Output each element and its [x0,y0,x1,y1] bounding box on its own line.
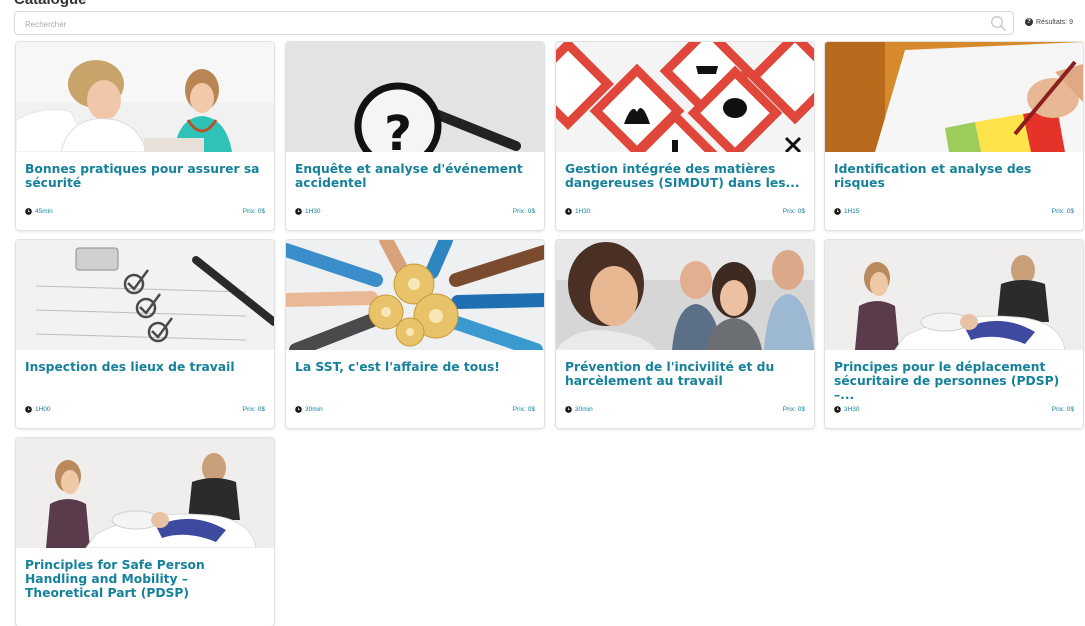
price-value: 0$ [797,208,805,215]
course-duration-text: 30min [575,406,593,413]
course-duration: 30min [295,406,323,413]
clock-icon [565,208,572,215]
course-card[interactable]: Prévention de l'incivilité et du harcèle… [556,240,814,428]
course-title[interactable]: Gestion intégrée des matières dangereuse… [565,162,803,190]
course-title[interactable]: Principles for Safe Person Handling and … [25,558,263,600]
course-duration-text: 1H00 [35,406,51,413]
price-label: Prix: [242,208,256,215]
course-title[interactable]: La SST, c'est l'affaire de tous! [295,360,533,374]
course-duration: 1H00 [25,406,51,413]
page-heading: Catalogue [14,0,87,9]
course-image[interactable] [556,240,814,350]
help-icon[interactable]: ? [1025,18,1033,26]
results-count: ? Résultats: 9 [1025,18,1073,26]
course-duration-text: 1H15 [844,208,860,215]
course-price: Prix: 0$ [783,406,805,413]
price-label: Prix: [512,406,526,413]
course-price: Prix: 0$ [1052,208,1074,215]
price-label: Prix: [242,406,256,413]
course-card[interactable]: Bonnes pratiques pour assurer sa sécurit… [16,42,274,230]
clock-icon [295,208,302,215]
course-title[interactable]: Bonnes pratiques pour assurer sa sécurit… [25,162,263,190]
course-meta: 1H00 Prix: 0$ [25,406,265,413]
price-label: Prix: [1051,406,1065,413]
price-label: Prix: [782,406,796,413]
course-image[interactable] [16,240,274,350]
clock-icon [834,208,841,215]
course-image[interactable]: ? [286,42,544,152]
course-duration: 1H15 [834,208,860,215]
clock-icon [25,406,32,413]
search-bar [14,11,1014,35]
course-duration: 1H30 [565,208,591,215]
course-meta: 1H30 Prix: 0$ [565,208,805,215]
course-card[interactable]: Principles for Safe Person Handling and … [16,438,274,626]
course-title[interactable]: Identification et analyse des risques [834,162,1072,190]
course-card[interactable]: Gestion intégrée des matières dangereuse… [556,42,814,230]
clock-icon [565,406,572,413]
course-card[interactable]: ? Enquête et analyse d'événement acciden… [286,42,544,230]
course-title[interactable]: Prévention de l'incivilité et du harcèle… [565,360,803,388]
course-meta: 1H30 Prix: 0$ [295,208,535,215]
search-icon[interactable] [990,15,1007,32]
course-title[interactable]: Principes pour le déplacement sécuritair… [834,360,1072,402]
clock-icon [834,406,841,413]
clock-icon [25,208,32,215]
course-price: Prix: 0$ [243,406,265,413]
price-value: 0$ [527,208,535,215]
price-value: 0$ [257,208,265,215]
course-duration: 3H30 [834,406,860,413]
course-card[interactable]: Principes pour le déplacement sécuritair… [825,240,1083,428]
course-image[interactable] [556,42,814,152]
course-card[interactable]: La SST, c'est l'affaire de tous! 30min P… [286,240,544,428]
course-image[interactable] [825,240,1083,350]
course-price: Prix: 0$ [513,406,535,413]
course-card[interactable]: Identification et analyse des risques 1H… [825,42,1083,230]
course-meta: 1H15 Prix: 0$ [834,208,1074,215]
course-meta: 30min Prix: 0$ [295,406,535,413]
course-duration: 45min [25,208,53,215]
course-price: Prix: 0$ [243,208,265,215]
course-duration: 30min [565,406,593,413]
price-value: 0$ [527,406,535,413]
course-price: Prix: 0$ [783,208,805,215]
price-value: 0$ [257,406,265,413]
course-price: Prix: 0$ [1052,406,1074,413]
course-duration: 1H30 [295,208,321,215]
course-meta: 45min Prix: 0$ [25,208,265,215]
price-value: 0$ [1066,208,1074,215]
clock-icon [295,406,302,413]
course-duration-text: 3H30 [844,406,860,413]
course-image[interactable] [286,240,544,350]
course-title[interactable]: Enquête et analyse d'événement accidente… [295,162,533,190]
price-value: 0$ [797,406,805,413]
course-meta: 30min Prix: 0$ [565,406,805,413]
course-meta: 3H30 Prix: 0$ [834,406,1074,413]
svg-text:?: ? [384,106,412,152]
course-image[interactable] [16,438,274,548]
course-duration-text: 1H30 [575,208,591,215]
price-label: Prix: [512,208,526,215]
course-title[interactable]: Inspection des lieux de travail [25,360,263,374]
search-input[interactable] [23,14,977,34]
course-duration-text: 45min [35,208,53,215]
course-duration-text: 1H30 [305,208,321,215]
course-card[interactable]: Inspection des lieux de travail 1H00 Pri… [16,240,274,428]
course-image[interactable] [825,42,1083,152]
price-label: Prix: [1051,208,1065,215]
course-duration-text: 30min [305,406,323,413]
results-number: 9 [1069,18,1074,26]
results-label: Résultats: [1036,18,1068,26]
price-value: 0$ [1066,406,1074,413]
course-price: Prix: 0$ [513,208,535,215]
price-label: Prix: [782,208,796,215]
course-image[interactable] [16,42,274,152]
